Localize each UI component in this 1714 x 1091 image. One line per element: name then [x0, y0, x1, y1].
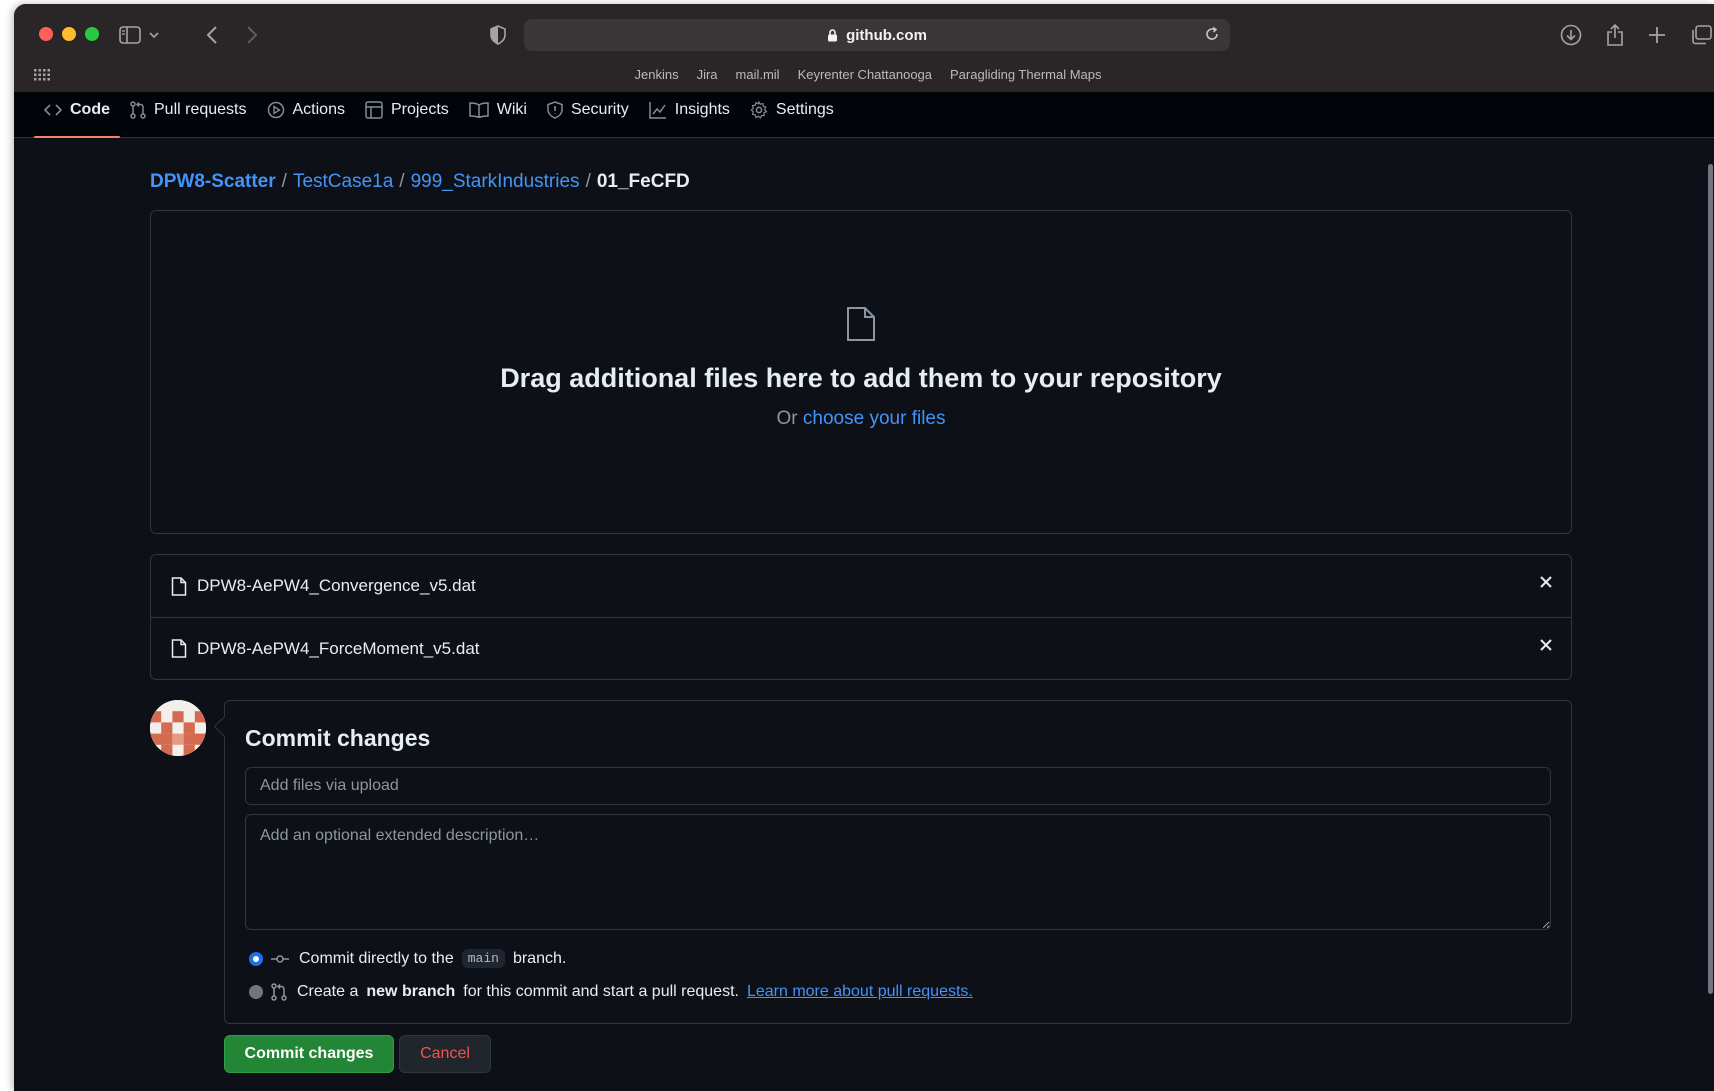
tab-code-label: Code [70, 101, 110, 118]
commit-form: Commit changes Commit directly to the ma… [224, 700, 1572, 1024]
tab-overview-icon[interactable] [1689, 23, 1713, 47]
new-tab-icon[interactable] [1645, 23, 1669, 47]
commit-changes-button[interactable]: Commit changes [224, 1035, 394, 1073]
breadcrumb-dir-stark[interactable]: 999_StarkIndustries [411, 171, 580, 193]
table-icon [365, 101, 383, 119]
shield-icon [547, 101, 563, 119]
tab-pull-requests-label: Pull requests [154, 101, 247, 118]
list-item: DPW8-AePW4_Convergence_v5.dat [151, 555, 1571, 617]
tab-wiki-label: Wiki [496, 101, 527, 118]
file-icon [171, 576, 187, 596]
breadcrumb-separator: / [281, 171, 287, 192]
tab-insights[interactable]: Insights [639, 92, 740, 138]
tab-projects-label: Projects [390, 101, 449, 118]
page-scrollbar[interactable] [1706, 100, 1714, 994]
dropzone-title: Drag additional files here to add them t… [500, 363, 1222, 393]
breadcrumb-separator: / [399, 171, 405, 192]
list-item: DPW8-AePW4_ForceMoment_v5.dat [151, 617, 1571, 679]
bookmark-paragliding[interactable]: Paragliding Thermal Maps [950, 67, 1102, 87]
commit-description-input[interactable] [245, 814, 1551, 930]
graph-icon [649, 101, 667, 119]
tab-projects[interactable]: Projects [355, 92, 459, 138]
bookmark-mail-mil[interactable]: mail.mil [736, 67, 780, 87]
bookmark-jenkins[interactable]: Jenkins [634, 67, 678, 87]
tab-wiki[interactable]: Wiki [459, 92, 537, 138]
commit-direct-radio[interactable] [249, 951, 263, 966]
file-dropzone[interactable]: Drag additional files here to add them t… [150, 210, 1572, 534]
file-name: DPW8-AePW4_ForceMoment_v5.dat [197, 638, 480, 658]
play-icon [267, 101, 285, 119]
choose-files-link[interactable]: choose your files [803, 408, 946, 429]
learn-more-pull-requests-link[interactable]: Learn more about pull requests. [747, 983, 973, 1001]
sidebar-toggle-icon[interactable] [118, 23, 142, 47]
downloads-icon[interactable] [1559, 23, 1583, 47]
commit-direct-suffix: branch. [512, 949, 567, 967]
tab-security[interactable]: Security [537, 92, 639, 138]
browser-toolbar: github.com Jenkins Jira mail.mil Keyrent… [14, 4, 1714, 92]
avatar[interactable] [150, 700, 206, 756]
back-icon[interactable] [200, 23, 224, 47]
book-icon [469, 102, 489, 118]
git-commit-icon [271, 953, 289, 965]
pull-request-icon [130, 101, 146, 119]
reload-icon[interactable] [1204, 26, 1220, 46]
bookmark-jira[interactable]: Jira [697, 67, 718, 87]
tab-security-label: Security [570, 101, 629, 118]
tab-actions-label: Actions [292, 101, 345, 118]
dropzone-or-text: Or [776, 408, 798, 429]
pull-request-icon [271, 983, 287, 1001]
commit-direct-prefix: Commit directly to the [299, 949, 454, 967]
dropzone-subtitle: Or choose your files [151, 408, 1571, 430]
upload-file-list: DPW8-AePW4_Convergence_v5.dat DPW8-AePW4… [150, 554, 1572, 680]
close-icon[interactable] [1539, 575, 1553, 589]
address-bar[interactable]: github.com [524, 19, 1230, 51]
new-branch-radio[interactable] [249, 985, 263, 999]
bookmarks-bar: Jenkins Jira mail.mil Keyrenter Chattano… [14, 67, 1714, 87]
file-name: DPW8-AePW4_Convergence_v5.dat [197, 576, 476, 595]
chevron-down-icon[interactable] [147, 23, 161, 47]
close-window-button[interactable] [39, 27, 53, 41]
cancel-button[interactable]: Cancel [399, 1035, 491, 1073]
browser-window: github.com Jenkins Jira mail.mil Keyrent… [14, 4, 1714, 1091]
close-icon[interactable] [1539, 638, 1553, 652]
privacy-shield-icon[interactable] [486, 23, 510, 47]
breadcrumb-separator: / [585, 171, 591, 192]
share-icon[interactable] [1603, 23, 1627, 47]
tab-insights-label: Insights [674, 101, 730, 118]
repo-nav: Code Pull requests Actions Projects Wiki [14, 92, 1714, 138]
tab-settings-label: Settings [775, 101, 834, 118]
breadcrumb-owner[interactable]: DPW8-Scatter [150, 171, 276, 193]
new-branch-option[interactable]: Create a new branch for this commit and … [249, 983, 973, 1001]
bookmark-keyrenter[interactable]: Keyrenter Chattanooga [798, 67, 932, 87]
breadcrumb: DPW8-Scatter / TestCase1a / 999_StarkInd… [150, 171, 690, 193]
commit-direct-option[interactable]: Commit directly to the main branch. [249, 949, 566, 968]
tab-actions[interactable]: Actions [257, 92, 355, 138]
lock-icon [827, 28, 838, 42]
forward-icon[interactable] [240, 23, 264, 47]
commit-summary-input[interactable] [245, 767, 1551, 805]
file-icon [171, 639, 187, 658]
new-branch-suffix: for this commit and start a pull request… [463, 983, 739, 1000]
zoom-window-button[interactable] [85, 27, 99, 41]
new-branch-bold: new branch [366, 983, 456, 1000]
scrollbar-thumb[interactable] [1708, 164, 1713, 994]
code-icon [44, 102, 62, 118]
tab-pull-requests[interactable]: Pull requests [120, 92, 257, 138]
gear-icon [750, 101, 768, 119]
commit-title: Commit changes [245, 725, 431, 751]
breadcrumb-dir-testcase[interactable]: TestCase1a [293, 171, 393, 193]
new-branch-prefix: Create a [297, 983, 359, 1000]
url-text: github.com [846, 26, 927, 44]
branch-name: main [461, 949, 505, 968]
breadcrumb-current: 01_FeCFD [596, 171, 690, 192]
minimize-window-button[interactable] [62, 27, 76, 41]
file-icon [846, 306, 876, 347]
tab-settings[interactable]: Settings [740, 92, 844, 138]
tab-code[interactable]: Code [34, 92, 120, 138]
